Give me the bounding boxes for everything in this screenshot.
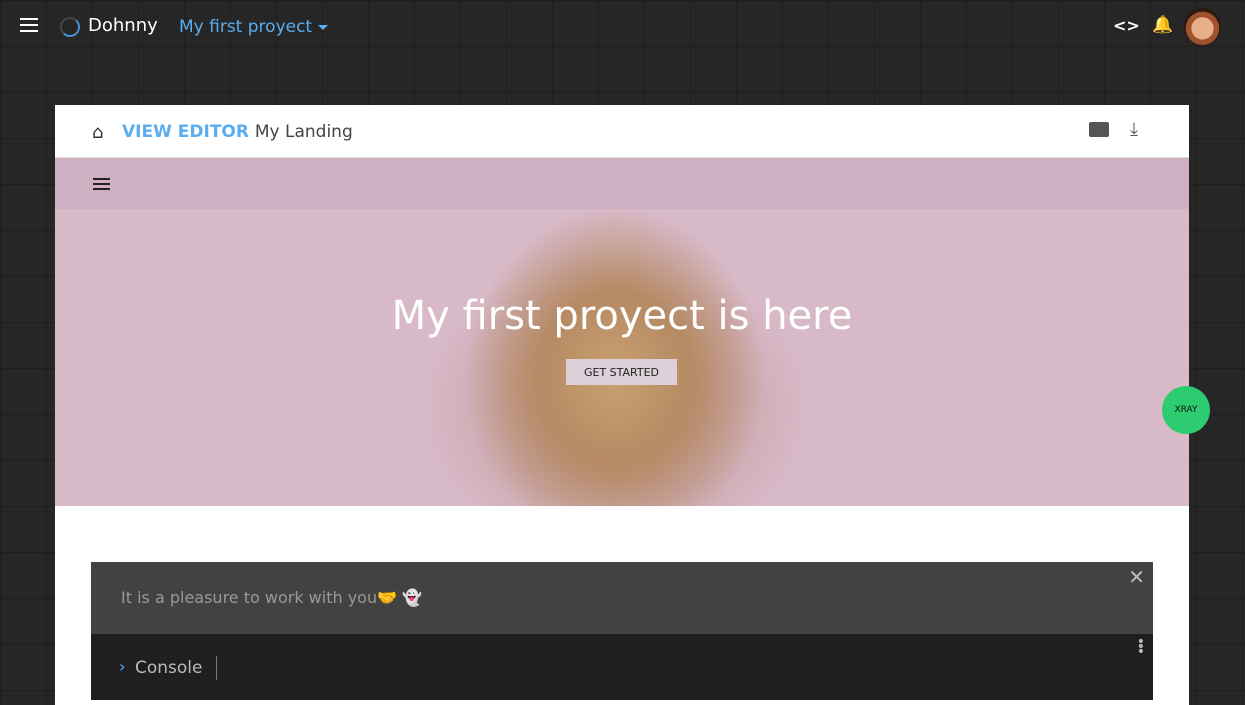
brand-name: Dohnny bbox=[88, 15, 158, 36]
emoji-icons: 🤝 👻 bbox=[377, 588, 423, 607]
page-name: My Landing bbox=[254, 122, 353, 142]
console-panel: › Console • • • bbox=[91, 634, 1153, 700]
chevron-right-icon: › bbox=[119, 657, 126, 676]
loading-spinner-icon bbox=[60, 17, 80, 37]
console-label: Console bbox=[135, 658, 203, 678]
hero-section: My first proyect is here GET STARTED bbox=[55, 158, 1189, 506]
bell-icon[interactable]: 🔔 bbox=[1152, 15, 1173, 35]
top-bar: Dohnny My first proyect <> 🔔 bbox=[0, 0, 1245, 54]
download-icon[interactable]: ⤓ bbox=[1130, 119, 1138, 140]
message-toast: It is a pleasure to work with you🤝 👻 ✕ bbox=[91, 562, 1153, 634]
hero-navbar bbox=[55, 158, 1189, 209]
caret-down-icon bbox=[318, 24, 329, 30]
project-name: My first proyect bbox=[179, 17, 313, 37]
hero-menu-icon[interactable] bbox=[93, 178, 110, 190]
folder-icon[interactable] bbox=[1089, 122, 1109, 137]
toast-text: It is a pleasure to work with you bbox=[121, 588, 378, 607]
xray-button[interactable]: XRAY bbox=[1162, 386, 1210, 434]
home-icon[interactable]: ⌂ bbox=[92, 122, 103, 143]
editor-mode: VIEW EDITOR bbox=[122, 122, 249, 142]
console-input-cursor[interactable] bbox=[216, 656, 217, 680]
hamburger-menu-icon[interactable] bbox=[20, 18, 38, 32]
project-dropdown[interactable]: My first proyect bbox=[179, 17, 329, 37]
more-options-icon[interactable]: • • • bbox=[1137, 635, 1145, 659]
avatar[interactable] bbox=[1184, 8, 1221, 45]
editor-header: ⌂ VIEW EDITOR My Landing ⤓ bbox=[55, 105, 1189, 158]
hero-title: My first proyect is here bbox=[391, 293, 853, 339]
close-icon[interactable]: ✕ bbox=[1128, 565, 1145, 589]
code-icon[interactable]: <> bbox=[1113, 16, 1140, 35]
get-started-button[interactable]: GET STARTED bbox=[566, 359, 677, 385]
breadcrumb: VIEW EDITOR My Landing bbox=[122, 122, 353, 142]
toast-message: It is a pleasure to work with you🤝 👻 bbox=[121, 588, 422, 607]
